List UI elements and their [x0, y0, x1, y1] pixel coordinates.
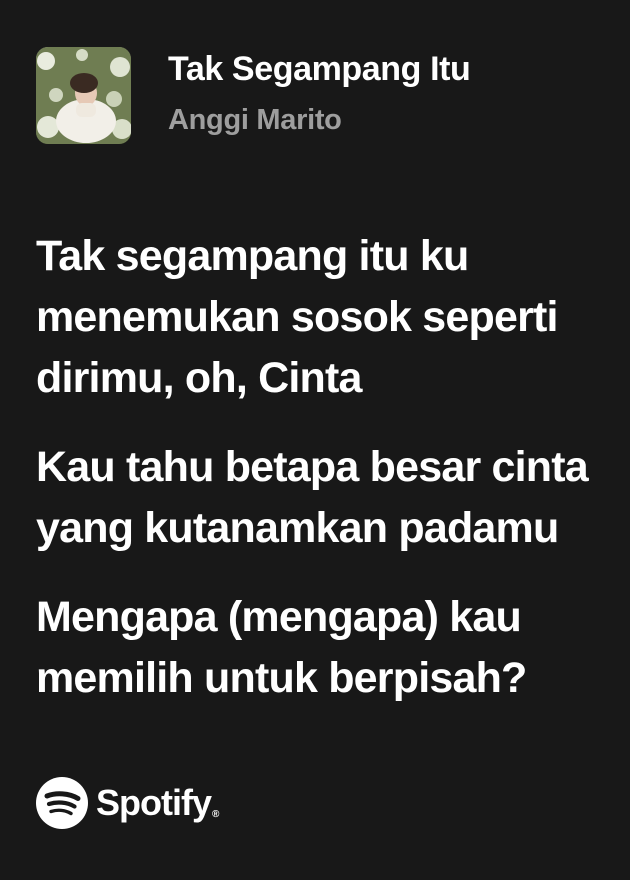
lyrics-block: Tak segampang itu ku menemukan sosok sep…	[36, 226, 606, 737]
lyrics-share-card: Tak Segampang Itu Anggi Marito Tak segam…	[0, 0, 630, 880]
lyric-line: Kau tahu betapa besar cinta yang kutanam…	[36, 443, 589, 552]
track-meta: Tak Segampang Itu Anggi Marito	[168, 49, 471, 140]
spotify-brand: Spotify®	[36, 777, 219, 829]
album-cover-art	[36, 47, 131, 144]
lyric-line: Tak segampang itu ku menemukan sosok sep…	[36, 232, 559, 402]
album-cover-image	[36, 47, 131, 144]
track-header: Tak Segampang Itu Anggi Marito	[36, 47, 471, 144]
spotify-logo-icon	[36, 777, 88, 829]
artist-name: Anggi Marito	[168, 104, 342, 136]
registered-mark: ®	[212, 809, 219, 820]
brand-name-text: Spotify	[96, 782, 212, 823]
song-title: Tak Segampang Itu	[168, 50, 471, 88]
lyric-line: Mengapa (mengapa) kau memilih untuk berp…	[36, 593, 527, 702]
spotify-wordmark: Spotify®	[96, 777, 219, 829]
